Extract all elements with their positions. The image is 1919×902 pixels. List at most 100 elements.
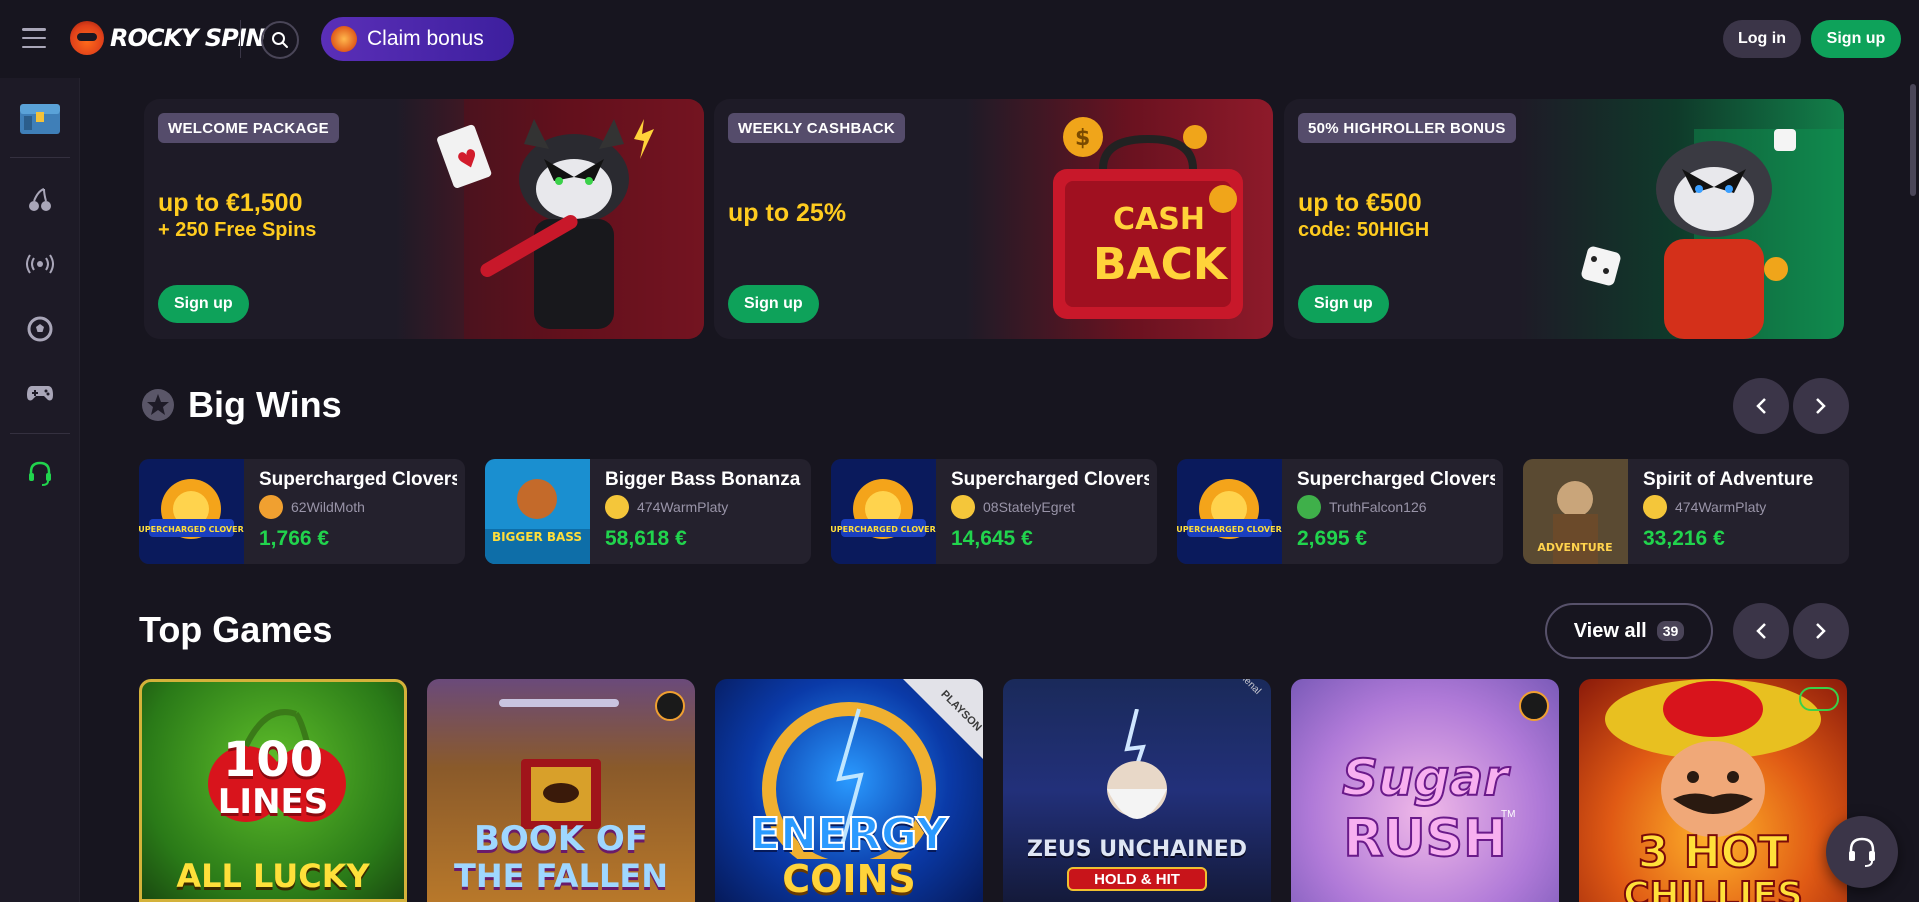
view-all-label: View all — [1573, 619, 1647, 642]
trademark-mark: TM — [1501, 809, 1516, 820]
win-username: TruthFalcon126 — [1329, 499, 1427, 515]
soccer-ball-icon — [27, 316, 53, 342]
welcome-package-banner[interactable]: ♥ WELCOME PACKAGE up to €1,500 + 250 Fre… — [144, 99, 704, 339]
game-title-line2: HOLD & HIT — [1067, 867, 1207, 891]
cherry-icon — [29, 188, 51, 211]
chevron-right-icon — [1816, 623, 1826, 639]
win-amount: 58,618 € — [605, 527, 687, 550]
big-win-card[interactable]: SUPERCHARGED CLOVERS Supercharged Clover… — [139, 459, 465, 564]
game-title-line1: 100 — [222, 732, 324, 788]
chevron-left-icon — [1756, 398, 1766, 414]
provider-badge-icon — [1799, 687, 1839, 711]
bigger-bass-bonanza-thumbnail: BIGGER BASS — [485, 459, 590, 564]
win-game-name: Supercharged Clovers — [1297, 469, 1495, 490]
logo-text: ROCKY SPIN — [110, 24, 266, 52]
game-tile-100-lines[interactable]: 100 LINES ALL LUCKY — [139, 679, 407, 902]
sidebar-item-slots[interactable] — [0, 175, 80, 225]
avatar — [1297, 495, 1321, 519]
sidebar-item-support[interactable] — [0, 449, 80, 499]
sidebar-divider — [10, 157, 70, 158]
game-tile-energy-coins[interactable]: PLAYSON ENERGY COINS — [715, 679, 983, 902]
cashback-art-text-2: BACK — [1093, 239, 1229, 290]
weekly-cashback-banner[interactable]: $ CASH BACK WEEKLY CASHBACK up to 25% Si… — [714, 99, 1273, 339]
top-header: ROCKY SPIN Claim bonus Log in Sign up — [0, 0, 1919, 78]
big-win-card[interactable]: ADVENTURE Spirit of Adventure 474WarmPla… — [1523, 459, 1849, 564]
svg-text:$: $ — [1075, 126, 1090, 151]
game-title-line2: COINS — [782, 857, 916, 901]
big-win-card[interactable]: SUPERCHARGED CLOVERS Supercharged Clover… — [831, 459, 1157, 564]
game-title-line2: CHILLIES — [1622, 874, 1804, 902]
mariachi-art — [1605, 679, 1821, 837]
game-tile-zeus-unchained[interactable]: Spinomenal ZEUS UNCHAINED HOLD & HIT — [1003, 679, 1271, 902]
game-title-line2: RUSH — [1342, 808, 1507, 870]
top-games-title: Top Games — [139, 609, 333, 650]
menu-icon[interactable] — [22, 28, 46, 48]
headset-icon — [29, 461, 51, 486]
banner-tag: 50% HIGHROLLER BONUS — [1298, 113, 1516, 143]
game-tile-3-hot-chillies[interactable]: 3 HOT CHILLIES — [1579, 679, 1847, 902]
chevron-right-icon — [1816, 398, 1826, 414]
banner-headline: up to €500 — [1298, 189, 1422, 217]
search-button[interactable] — [261, 21, 299, 59]
win-game-name: Bigger Bass Bonanza — [605, 469, 801, 490]
win-game-name: Supercharged Clovers — [951, 469, 1149, 490]
signup-button[interactable]: Sign up — [1811, 20, 1901, 58]
win-username: 474WarmPlaty — [1675, 499, 1767, 515]
raccoon-logo-icon — [70, 21, 104, 55]
sidebar-item-lootbox[interactable] — [0, 93, 80, 143]
highroller-bonus-banner[interactable]: 50% HIGHROLLER BONUS up to €500 code: 50… — [1284, 99, 1844, 339]
big-win-card[interactable]: SUPERCHARGED CLOVERS Supercharged Clover… — [1177, 459, 1503, 564]
top-games-prev-button[interactable] — [1733, 603, 1789, 659]
banner-subline: + 250 Free Spins — [158, 219, 317, 241]
sidebar-item-live[interactable] — [0, 239, 80, 289]
login-button[interactable]: Log in — [1723, 20, 1801, 58]
gift-icon — [331, 26, 357, 52]
support-chat-button[interactable] — [1826, 816, 1898, 888]
avatar — [1643, 495, 1667, 519]
win-amount: 33,216 € — [1643, 527, 1725, 550]
cashback-art-text-1: CASH — [1113, 202, 1205, 237]
banner-signup-button[interactable]: Sign up — [158, 285, 249, 323]
big-wins-title: Big Wins — [188, 384, 342, 425]
avatar — [259, 495, 283, 519]
sidebar-item-sports[interactable] — [0, 304, 80, 354]
game-tile-sugar-rush[interactable]: Sugar RUSH TM — [1291, 679, 1559, 902]
claim-bonus-label: Claim bonus — [367, 27, 484, 50]
banner-signup-button[interactable]: Sign up — [1298, 285, 1389, 323]
sidebar-item-games[interactable] — [0, 368, 80, 418]
raccoon-guitar-art: ♥ — [437, 99, 704, 339]
scrollbar-thumb[interactable] — [1910, 84, 1916, 196]
game-title-line3: ALL LUCKY — [176, 857, 370, 895]
win-amount: 1,766 € — [259, 527, 330, 550]
big-wins-next-button[interactable] — [1793, 378, 1849, 434]
cashback-art: $ CASH BACK — [1053, 117, 1243, 319]
win-game-name: Spirit of Adventure — [1643, 469, 1814, 490]
win-amount: 14,645 € — [951, 527, 1033, 550]
logo[interactable]: ROCKY SPIN — [70, 18, 266, 58]
page-scrollbar[interactable] — [1909, 78, 1917, 902]
win-username: 474WarmPlaty — [637, 499, 729, 515]
zeus-art — [1107, 709, 1167, 819]
avatar — [605, 495, 629, 519]
supercharged-clovers-thumbnail: SUPERCHARGED CLOVERS — [1177, 459, 1282, 564]
banner-tag: WELCOME PACKAGE — [158, 113, 339, 143]
chevron-left-icon — [1756, 623, 1766, 639]
header-divider — [240, 20, 241, 58]
game-title-line1: ZEUS UNCHAINED — [1026, 837, 1248, 862]
supercharged-clovers-thumbnail: SUPERCHARGED CLOVERS — [139, 459, 244, 564]
top-games-next-button[interactable] — [1793, 603, 1849, 659]
win-game-name: Supercharged Clovers — [259, 469, 457, 490]
banner-signup-button[interactable]: Sign up — [728, 285, 819, 323]
sidebar — [0, 78, 80, 902]
svg-text:BIGGER BASS: BIGGER BASS — [492, 530, 582, 544]
game-title-line1: 3 HOT — [1637, 826, 1789, 879]
claim-bonus-button[interactable]: Claim bonus — [321, 17, 514, 61]
gamepad-icon — [27, 386, 53, 401]
game-tile-book-of-the-fallen[interactable]: BOOK OF THE FALLEN — [427, 679, 695, 902]
svg-text:SUPERCHARGED CLOVERS: SUPERCHARGED CLOVERS — [831, 525, 936, 534]
view-all-button[interactable]: View all 39 — [1545, 603, 1713, 659]
big-wins-prev-button[interactable] — [1733, 378, 1789, 434]
sidebar-divider — [10, 433, 70, 434]
banner-headline: up to 25% — [728, 199, 847, 227]
big-win-card[interactable]: BIGGER BASS Bigger Bass Bonanza 474WarmP… — [485, 459, 811, 564]
